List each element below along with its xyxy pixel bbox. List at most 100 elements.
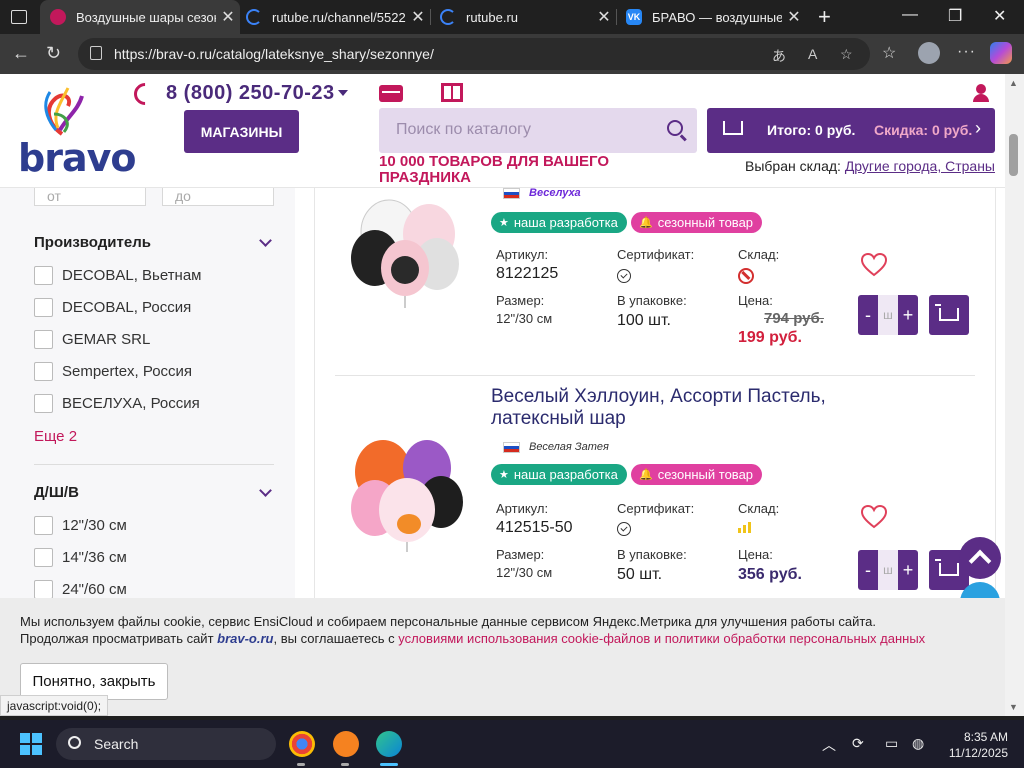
browser-tab[interactable]: rutube.ru/channel/55223 ✕ — [236, 0, 430, 34]
browser-tab-active[interactable]: Воздушные шары сезон ✕ — [40, 0, 240, 34]
sync-icon[interactable]: ⟳ — [852, 735, 864, 752]
badge-own-development: ★ наша разработка — [491, 212, 627, 233]
russia-flag-icon — [503, 188, 520, 199]
checkbox[interactable] — [34, 330, 53, 349]
certificate-download-icon[interactable] — [617, 522, 631, 536]
catalog-book-icon[interactable] — [441, 83, 463, 102]
checkbox[interactable] — [34, 298, 53, 317]
filter-option[interactable]: 12"/30 см — [34, 516, 127, 535]
network-icon[interactable]: ◍ — [912, 735, 924, 752]
back-icon[interactable]: ← — [12, 43, 30, 64]
filter-title-manufacturer[interactable]: Производитель — [34, 234, 151, 251]
close-icon[interactable]: ✕ — [406, 7, 430, 27]
article-value: 8122125 — [496, 265, 559, 282]
qty-plus-button[interactable]: + — [898, 295, 918, 335]
price-to-input[interactable]: до — [162, 188, 274, 206]
filter-option-label: 12"/30 см — [62, 517, 127, 534]
checkbox[interactable] — [34, 362, 53, 381]
close-window-icon[interactable]: ✕ — [993, 6, 1006, 26]
cart-icon — [723, 121, 743, 135]
size-label: Размер: — [496, 293, 545, 308]
warehouse-link[interactable]: Другие города, Страны — [845, 158, 995, 174]
close-icon[interactable]: ✕ — [782, 7, 806, 27]
close-icon[interactable]: ✕ — [592, 7, 616, 27]
qty-minus-button[interactable]: - — [858, 295, 878, 335]
checkbox[interactable] — [34, 580, 53, 599]
scroll-to-top-button[interactable] — [959, 537, 1001, 579]
show-more-link[interactable]: Еще 2 — [34, 428, 77, 445]
filter-option[interactable]: DECOBAL, Россия — [34, 298, 191, 317]
price-from-input[interactable]: от — [34, 188, 146, 206]
favorite-star-icon[interactable]: ☆ — [840, 46, 853, 63]
qty-plus-button[interactable]: + — [898, 550, 918, 590]
search-icon[interactable] — [667, 120, 683, 136]
product-image[interactable] — [345, 188, 465, 308]
card-icon[interactable] — [379, 85, 403, 102]
size-value: 12"/30 см — [496, 565, 553, 580]
refresh-icon[interactable]: ↻ — [46, 43, 61, 64]
search-input[interactable]: Поиск по каталогу — [379, 108, 697, 153]
product-image[interactable] — [345, 432, 465, 552]
scroll-thumb[interactable] — [1009, 134, 1018, 176]
app-orange-icon[interactable] — [333, 731, 359, 757]
shops-button[interactable]: МАГАЗИНЫ — [184, 110, 299, 153]
page-viewport: bravo 8 (800) 250-70-23 МАГАЗИНЫ Поиск п… — [0, 74, 1005, 716]
user-icon[interactable] — [972, 84, 990, 102]
filter-title-size[interactable]: Д/Ш/В — [34, 484, 79, 501]
read-aloud-icon[interactable]: A — [808, 46, 817, 62]
certificate-label: Сертификат: — [617, 247, 695, 262]
chevron-down-icon[interactable] — [259, 234, 272, 247]
restore-icon[interactable]: ❐ — [948, 6, 962, 26]
filter-option[interactable]: Sempertex, Россия — [34, 362, 192, 381]
filter-option[interactable]: DECOBAL, Вьетнам — [34, 266, 202, 285]
more-menu-icon[interactable]: ··· — [957, 43, 976, 61]
address-bar[interactable]: https://brav-o.ru/catalog/lateksnye_shar… — [78, 38, 870, 70]
copilot-icon[interactable] — [990, 42, 1012, 64]
product-title[interactable]: Веселый Хэллоуин, Ассорти Пастель, латек… — [491, 386, 871, 430]
favorite-heart-icon[interactable] — [861, 505, 887, 529]
qty-input[interactable]: ш — [878, 295, 898, 335]
tab-actions-icon[interactable] — [8, 7, 30, 27]
divider — [34, 464, 274, 465]
qty-input[interactable]: ш — [878, 550, 898, 590]
minimize-icon[interactable]: — — [902, 6, 918, 24]
profile-avatar-icon[interactable] — [918, 42, 940, 64]
filter-option[interactable]: 24"/60 см — [34, 580, 127, 599]
bravo-logo[interactable]: bravo — [18, 84, 136, 180]
browser-tab[interactable]: VK БРАВО — воздушные ш ✕ — [616, 0, 806, 34]
cart-total: Итого: 0 руб. — [767, 122, 856, 138]
new-tab-icon[interactable]: + — [818, 4, 831, 30]
windows-start-icon[interactable] — [20, 733, 42, 755]
qty-minus-button[interactable]: - — [858, 550, 878, 590]
checkbox[interactable] — [34, 516, 53, 535]
pack-label: В упаковке: — [617, 293, 687, 308]
chrome-icon[interactable] — [289, 731, 315, 757]
favorite-heart-icon[interactable] — [861, 253, 887, 277]
chevron-down-icon[interactable] — [338, 90, 348, 96]
cart-summary-button[interactable]: Итого: 0 руб. Скидка: 0 руб. › — [707, 108, 995, 153]
warehouse-label: Склад: — [738, 247, 780, 262]
translate-icon[interactable]: あ — [772, 46, 786, 66]
filter-option[interactable]: GEMAR SRL — [34, 330, 150, 349]
checkbox[interactable] — [34, 266, 53, 285]
filter-option[interactable]: ВЕСЕЛУХА, Россия — [34, 394, 200, 413]
browser-tab[interactable]: rutube.ru ✕ — [430, 0, 616, 34]
chevron-up-icon[interactable]: ︿ — [822, 735, 836, 755]
favorites-icon[interactable]: ☆ — [882, 43, 896, 63]
cookie-policy-link[interactable]: условиями использования cookie-файлов и … — [398, 631, 925, 646]
display-icon[interactable]: ▭ — [885, 735, 898, 752]
checkbox[interactable] — [34, 394, 53, 413]
phone-number[interactable]: 8 (800) 250-70-23 — [166, 82, 335, 105]
taskbar-search[interactable]: Search — [56, 728, 276, 760]
chevron-down-icon[interactable] — [259, 484, 272, 497]
phone-icon — [129, 78, 161, 110]
certificate-download-icon[interactable] — [617, 269, 631, 283]
edge-icon[interactable] — [376, 731, 402, 757]
sale-price: 199 руб. — [738, 329, 802, 346]
checkbox[interactable] — [34, 548, 53, 567]
taskbar-clock[interactable]: 8:35 AM 11/12/2025 — [944, 729, 1008, 761]
scroll-down-icon[interactable]: ▼ — [1009, 702, 1018, 712]
filter-option[interactable]: 14"/36 см — [34, 548, 127, 567]
scroll-up-icon[interactable]: ▲ — [1009, 78, 1018, 88]
add-to-cart-button[interactable] — [929, 295, 969, 335]
